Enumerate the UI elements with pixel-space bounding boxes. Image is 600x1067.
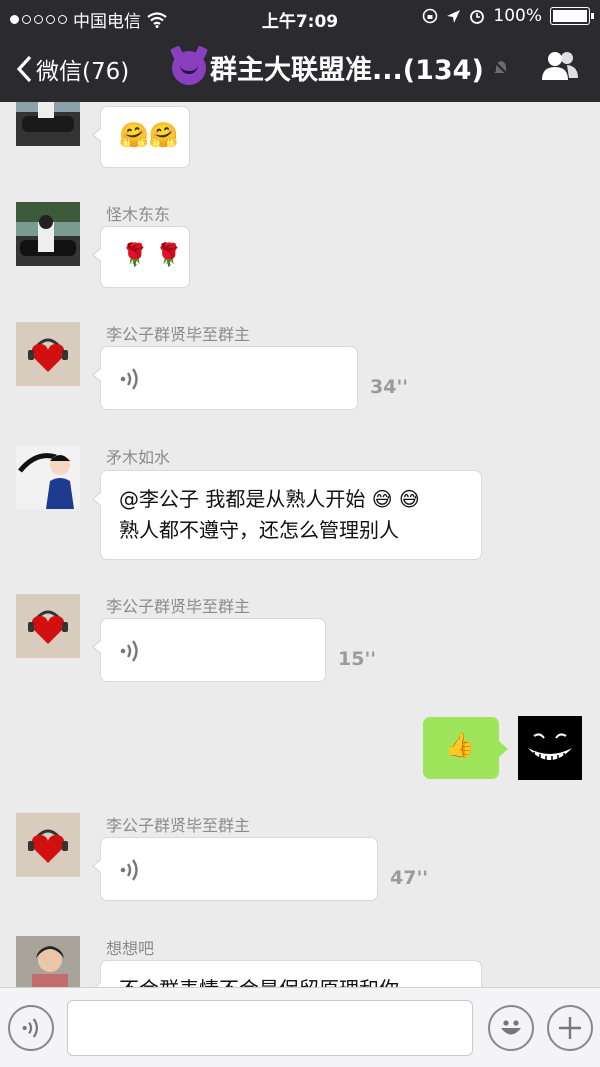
voice-input-button[interactable] <box>8 1005 54 1051</box>
message-text-line-1: @李公子 我都是从熟人开始 😅 😅 <box>119 487 420 511</box>
avatar[interactable] <box>16 813 80 877</box>
sender-name: 想想吧 <box>106 939 155 958</box>
sender-name: 怪木东东 <box>106 205 171 224</box>
voice-message-bubble[interactable] <box>92 346 358 410</box>
text-message-bubble[interactable]: 不会群表情不会是保留原理和你 <box>92 960 482 987</box>
mute-icon <box>492 59 509 76</box>
input-toolbar <box>0 987 600 1067</box>
more-button[interactable] <box>547 1005 593 1051</box>
smiley-icon <box>501 1020 521 1035</box>
chat-area[interactable]: 🤗🤗 怪木东东 🌹 🌹 李公子群贤毕至群主 34'' 矛木如水 @李公子 我都是… <box>0 102 600 987</box>
message-bubble[interactable]: 🌹 🌹 <box>92 226 190 288</box>
chevron-left-icon <box>16 55 32 83</box>
sender-name: 李公子群贤毕至群主 <box>106 325 251 344</box>
sent-message-bubble[interactable]: 👍 <box>423 717 508 779</box>
chat-title-text: 群主大联盟准...(134) <box>210 55 484 86</box>
top-bar: 中国电信 上午7:09 100% 微信(76) 群主大联盟准...(134) <box>0 0 600 102</box>
battery-percent: 100% <box>493 6 542 26</box>
rose-emoji: 🌹 🌹 <box>121 243 183 268</box>
voice-icon <box>22 1018 38 1038</box>
thumbs-up-emoji: 👍 <box>445 731 475 759</box>
alarm-icon <box>470 10 485 24</box>
rotation-lock-icon <box>423 8 438 24</box>
back-button[interactable]: 微信(76) <box>16 52 129 86</box>
plus-icon <box>559 1017 581 1039</box>
sender-name: 李公子群贤毕至群主 <box>106 597 251 616</box>
group-members-icon[interactable] <box>540 50 580 82</box>
voice-icon <box>120 859 138 881</box>
message-text-line-2: 熟人都不遵守，还怎么管理别人 <box>119 518 399 542</box>
message-text-line-1: 不会群表情不会是保留原理和你 <box>119 974 399 987</box>
devil-emoji-icon <box>172 50 206 85</box>
avatar[interactable] <box>16 102 80 146</box>
chat-title: 群主大联盟准...(134) <box>172 48 510 87</box>
voice-message-bubble[interactable] <box>92 837 378 901</box>
sender-name: 李公子群贤毕至群主 <box>106 816 251 835</box>
text-message-bubble[interactable]: @李公子 我都是从熟人开始 😅 😅 熟人都不遵守，还怎么管理别人 <box>92 470 482 560</box>
avatar[interactable] <box>16 594 80 658</box>
location-icon <box>447 9 461 23</box>
voice-duration: 15'' <box>338 648 377 670</box>
avatar[interactable] <box>16 202 80 266</box>
battery-icon <box>550 7 594 25</box>
message-bubble[interactable]: 🤗🤗 <box>92 106 190 168</box>
voice-icon <box>120 640 138 662</box>
avatar[interactable] <box>16 936 80 987</box>
sender-name: 矛木如水 <box>106 448 171 467</box>
voice-duration: 47'' <box>390 867 429 889</box>
voice-icon <box>120 368 138 390</box>
avatar[interactable] <box>16 322 80 386</box>
avatar[interactable] <box>16 445 80 509</box>
status-bar: 中国电信 上午7:09 100% <box>0 0 600 34</box>
voice-duration: 34'' <box>370 376 409 398</box>
message-input[interactable] <box>67 1000 473 1056</box>
my-avatar[interactable] <box>518 716 582 780</box>
emoji-button[interactable] <box>488 1005 534 1051</box>
navigation-bar: 微信(76) 群主大联盟准...(134) <box>0 34 600 102</box>
back-label: 微信(76) <box>36 59 130 85</box>
voice-message-bubble[interactable] <box>92 618 326 682</box>
hug-emoji: 🤗🤗 <box>119 121 179 149</box>
